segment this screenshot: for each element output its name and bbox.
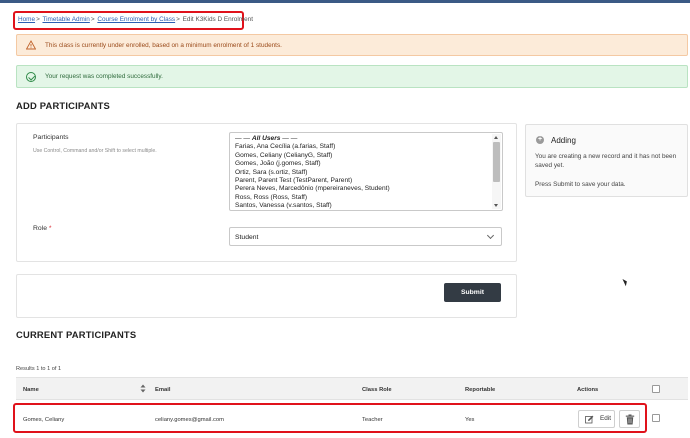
column-header-name[interactable]: Name xyxy=(23,387,39,393)
participant-option[interactable]: Santos, Vanessa (v.santos, Staff) xyxy=(235,202,502,210)
breadcrumb-separator: > xyxy=(90,16,95,23)
current-participants-heading: CURRENT PARTICIPANTS xyxy=(16,329,137,340)
participant-option[interactable]: Farias, Ana Cecília (a.farias, Staff) xyxy=(235,143,502,151)
plus-circle-icon: + xyxy=(536,136,544,144)
add-participants-form: Participants Use Control, Command and/or… xyxy=(16,123,517,262)
pencil-icon xyxy=(585,415,594,424)
edit-button-label: Edit xyxy=(599,415,611,422)
participants-label: Participants xyxy=(33,134,69,141)
cell-name: Gomes, Celiany xyxy=(23,417,65,423)
check-circle-icon xyxy=(26,72,36,82)
results-count: Results 1 to 1 of 1 xyxy=(16,366,62,372)
breadcrumb-current: Edit K3Kids D Enrolment xyxy=(182,16,253,23)
warning-alert: This class is currently under enrolled, … xyxy=(16,34,688,56)
success-text: Your request was completed successfully. xyxy=(45,73,163,80)
breadcrumb-separator: > xyxy=(176,16,180,23)
edit-button[interactable]: Edit xyxy=(578,410,615,428)
sort-icon[interactable] xyxy=(140,384,146,393)
role-label: Role * xyxy=(33,225,52,232)
participant-option[interactable]: Ortiz, Sara (s.ortiz, Staff) xyxy=(235,169,502,177)
adding-info-panel: + Adding You are creating a new record a… xyxy=(525,124,688,197)
delete-button[interactable] xyxy=(619,410,640,428)
add-participants-heading: ADD PARTICIPANTS xyxy=(16,100,110,111)
breadcrumb-separator: > xyxy=(36,16,40,23)
info-line-2: Press Submit to save your data. xyxy=(535,180,626,188)
top-accent-bar xyxy=(0,0,690,3)
warning-icon xyxy=(26,40,36,50)
participant-option[interactable]: Ross, Ross (Ross, Staff) xyxy=(235,194,502,202)
participants-hint: Use Control, Command and/or Shift to sel… xyxy=(33,148,157,154)
multiselect-scrollbar[interactable] xyxy=(492,134,501,209)
scroll-up-icon[interactable] xyxy=(494,136,498,139)
cell-class-role: Teacher xyxy=(362,417,383,423)
role-select[interactable]: Student xyxy=(229,227,502,246)
column-header-email[interactable]: Email xyxy=(155,387,170,393)
chevron-down-icon xyxy=(486,231,495,240)
breadcrumb-course-enrolment-link[interactable]: Course Enrolment by Class xyxy=(97,16,175,23)
info-title: Adding xyxy=(551,136,576,145)
column-header-class-role[interactable]: Class Role xyxy=(362,387,392,393)
participant-option[interactable]: Gomes, João (j.gomes, Staff) xyxy=(235,160,502,168)
trash-icon xyxy=(625,414,635,425)
participants-multiselect[interactable]: — — All Users — — Farias, Ana Cecília (a… xyxy=(229,132,503,211)
table-row: Gomes, Celiany celiany.gomes@gmail.com T… xyxy=(13,403,647,433)
participant-option[interactable]: Parent, Parent Test (TestParent, Parent) xyxy=(235,177,502,185)
role-select-value: Student xyxy=(235,234,259,241)
warning-text: This class is currently under enrolled, … xyxy=(45,42,282,49)
info-line-1: You are creating a new record and it has… xyxy=(535,153,677,170)
submit-button[interactable]: Submit xyxy=(444,283,501,302)
mouse-cursor-icon xyxy=(622,277,629,287)
scroll-down-icon[interactable] xyxy=(494,204,498,207)
column-header-reportable[interactable]: Reportable xyxy=(465,387,495,393)
breadcrumb: Home> Timetable Admin> Course Enrolment … xyxy=(13,11,253,30)
breadcrumb-home-link[interactable]: Home xyxy=(18,16,35,23)
breadcrumb-timetable-admin-link[interactable]: Timetable Admin xyxy=(42,16,89,23)
info-body: You are creating a new record and it has… xyxy=(535,152,683,189)
participant-option[interactable]: Gomes, Celiany (CelianyG, Staff) xyxy=(235,152,502,160)
cell-email: celiany.gomes@gmail.com xyxy=(155,417,224,423)
column-header-actions: Actions xyxy=(577,387,599,393)
table-header: Name Email Class Role Reportable Actions xyxy=(16,377,688,400)
participant-option[interactable]: Perera Neves, Marcedônio (mpereiraneves,… xyxy=(235,185,502,193)
row-select-checkbox[interactable] xyxy=(652,414,660,422)
select-all-checkbox[interactable] xyxy=(652,385,660,393)
cell-reportable: Yes xyxy=(465,417,475,423)
submit-panel: Submit xyxy=(16,274,517,318)
required-marker: * xyxy=(48,225,52,232)
scrollbar-thumb[interactable] xyxy=(493,142,500,182)
success-alert: Your request was completed successfully. xyxy=(16,65,688,88)
option-group-all-users: — — All Users — — xyxy=(235,135,298,142)
